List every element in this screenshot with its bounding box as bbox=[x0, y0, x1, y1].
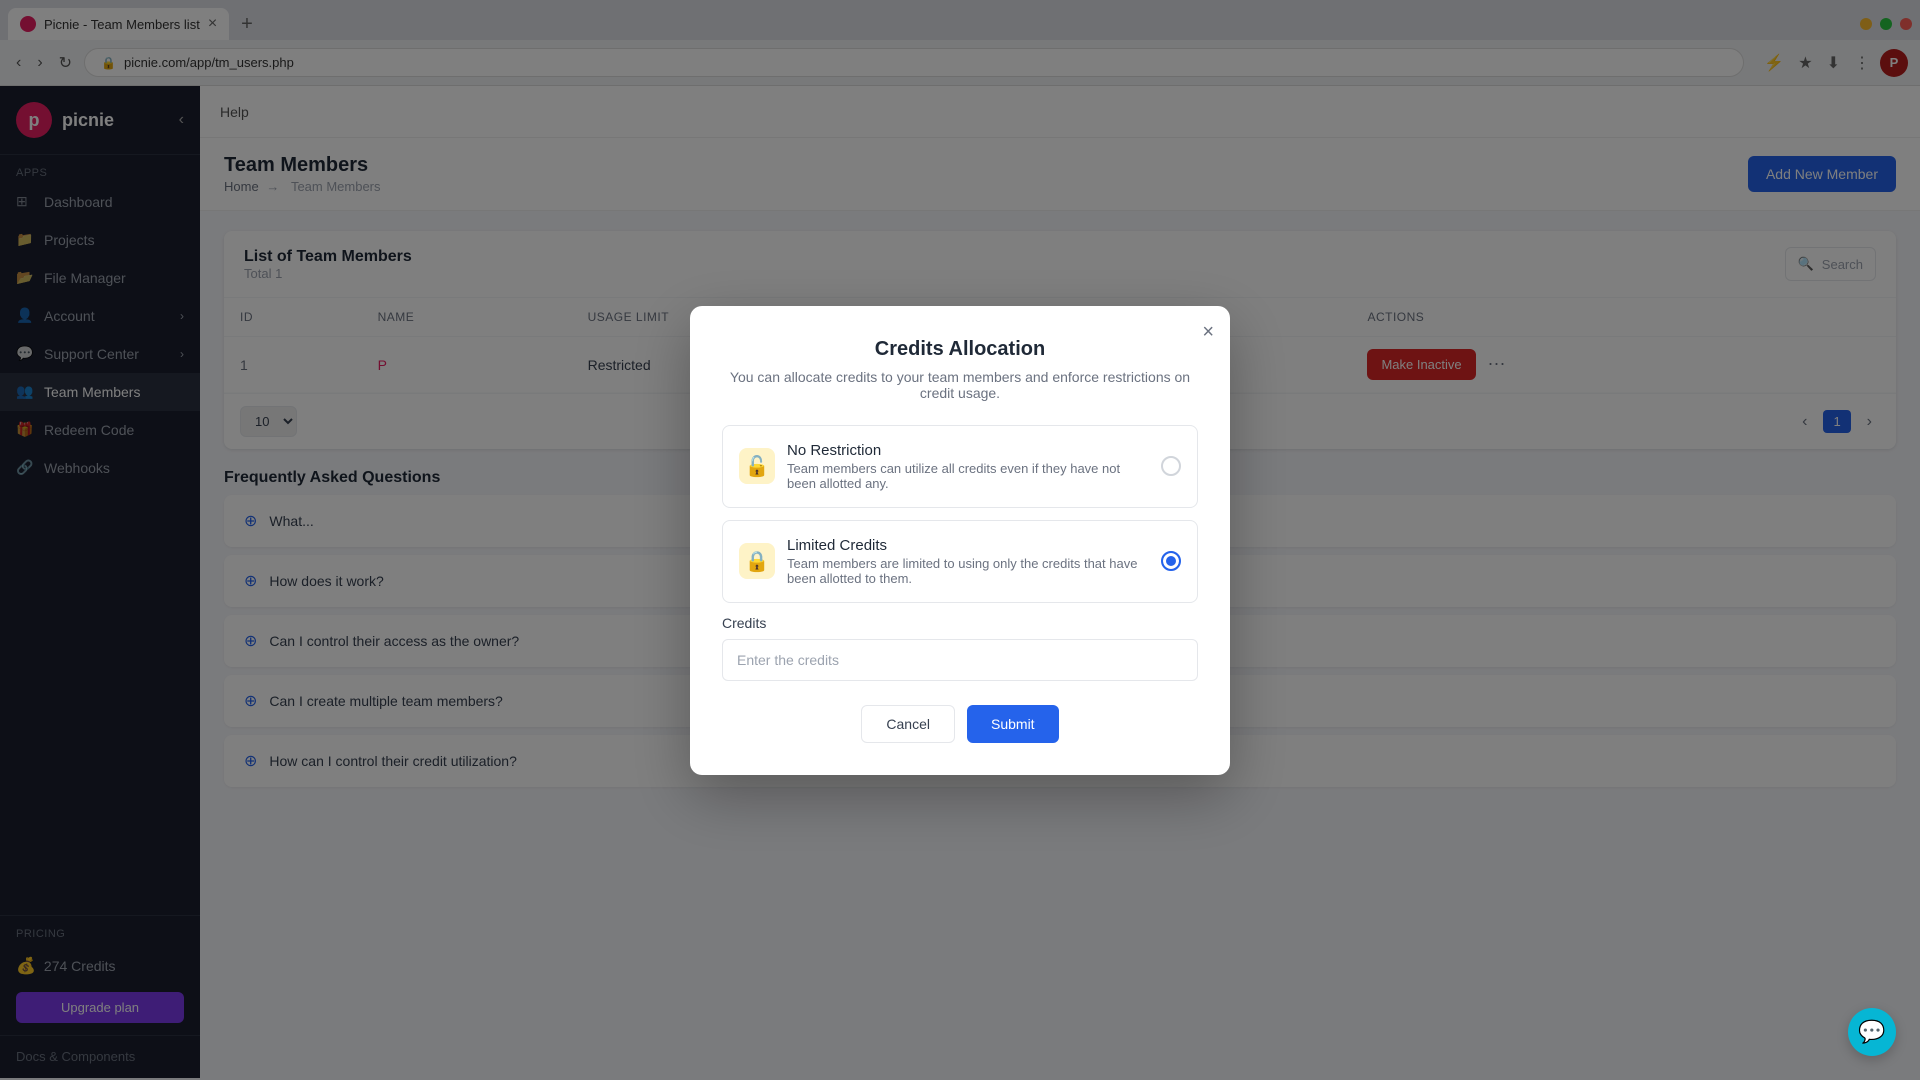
chat-icon: 💬 bbox=[1858, 1019, 1885, 1045]
no-restriction-radio[interactable] bbox=[1161, 456, 1181, 476]
limited-credits-radio[interactable] bbox=[1161, 551, 1181, 571]
modal-subtitle: You can allocate credits to your team me… bbox=[722, 369, 1198, 401]
no-restriction-icon: 🔓 bbox=[739, 448, 775, 484]
credits-input-field[interactable] bbox=[722, 639, 1198, 681]
credits-allocation-modal: × Credits Allocation You can allocate cr… bbox=[690, 306, 1230, 775]
submit-button[interactable]: Submit bbox=[967, 705, 1059, 743]
modal-title: Credits Allocation bbox=[722, 338, 1198, 361]
chat-bubble[interactable]: 💬 bbox=[1848, 1008, 1896, 1056]
credits-input-label: Credits bbox=[722, 615, 1198, 631]
modal-actions: Cancel Submit bbox=[722, 705, 1198, 743]
modal-overlay[interactable]: × Credits Allocation You can allocate cr… bbox=[0, 0, 1920, 1080]
modal-close-button[interactable]: × bbox=[1202, 322, 1214, 342]
option-no-restriction-text: No Restriction Team members can utilize … bbox=[787, 442, 1149, 491]
cancel-button[interactable]: Cancel bbox=[861, 705, 955, 743]
option-no-restriction-name: No Restriction bbox=[787, 442, 1149, 459]
option-limited-credits-text: Limited Credits Team members are limited… bbox=[787, 537, 1149, 586]
option-limited-credits-desc: Team members are limited to using only t… bbox=[787, 556, 1149, 586]
limited-credits-icon: 🔒 bbox=[739, 543, 775, 579]
credits-input-section: Credits bbox=[722, 615, 1198, 681]
option-limited-credits-name: Limited Credits bbox=[787, 537, 1149, 554]
option-no-restriction-desc: Team members can utilize all credits eve… bbox=[787, 461, 1149, 491]
option-no-restriction[interactable]: 🔓 No Restriction Team members can utiliz… bbox=[722, 425, 1198, 508]
option-limited-credits[interactable]: 🔒 Limited Credits Team members are limit… bbox=[722, 520, 1198, 603]
